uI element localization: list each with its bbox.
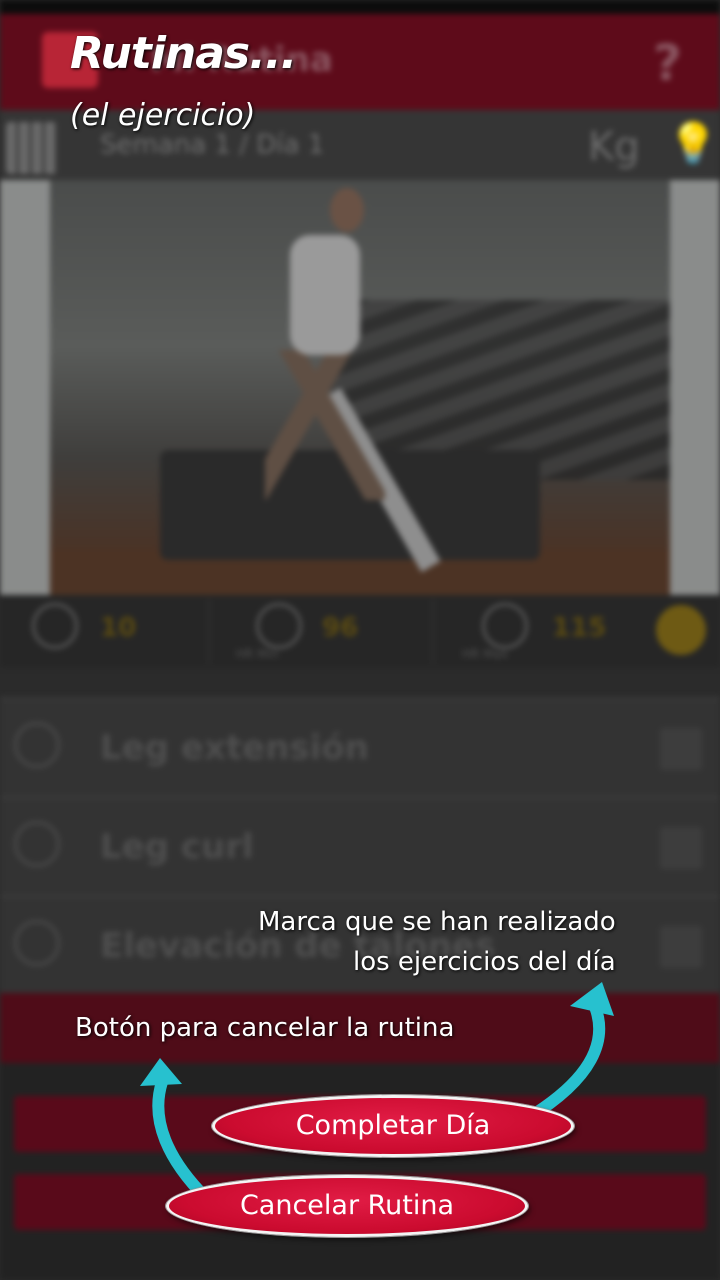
arrow-to-complete-note: [522, 994, 606, 1124]
arrow-to-cancel-note: [152, 1076, 212, 1204]
arrow-head-cancel: [140, 1058, 182, 1086]
complete-day-button[interactable]: Completar Día: [212, 1095, 574, 1157]
tutorial-arrows: [140, 982, 614, 1204]
arrow-head-complete: [570, 982, 614, 1016]
cancel-routine-button[interactable]: Cancelar Rutina: [166, 1175, 528, 1237]
